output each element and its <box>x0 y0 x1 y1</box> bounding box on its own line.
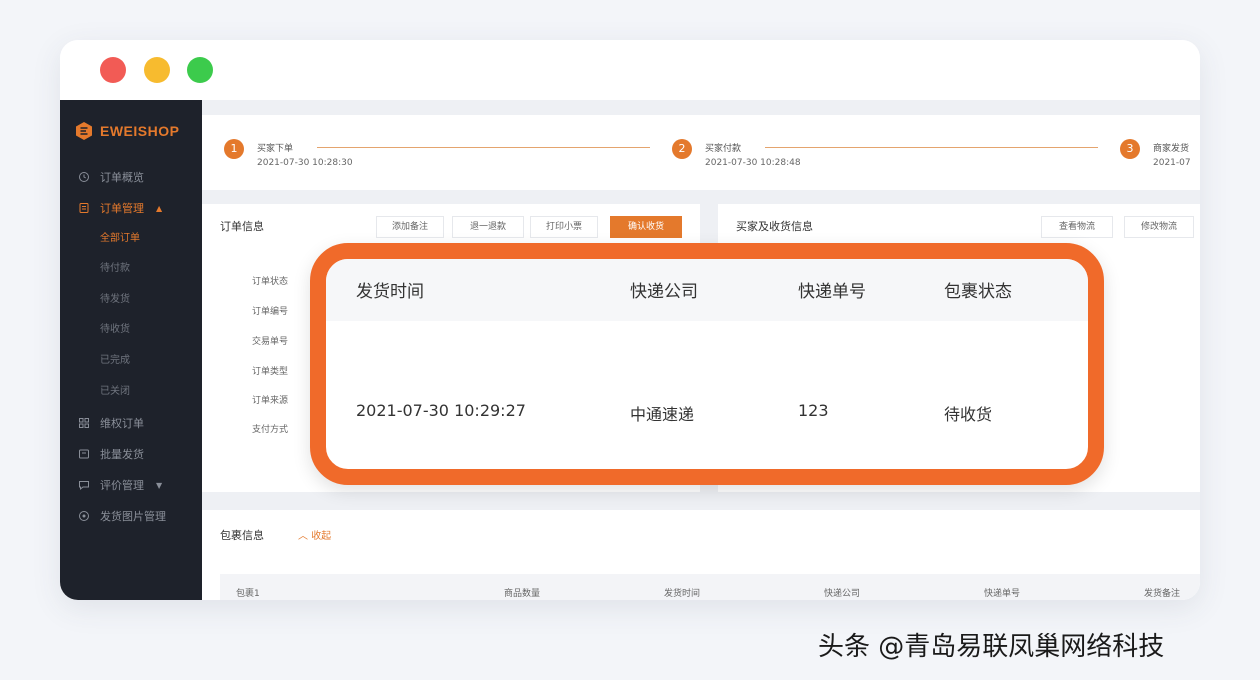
add-note-button[interactable]: 添加备注 <box>376 216 444 238</box>
print-receipt-button[interactable]: 打印小票 <box>530 216 598 238</box>
step-title: 买家下单 <box>257 144 294 154</box>
chevron-up-icon: ▲ <box>156 203 163 213</box>
sidebar-item-shipping-images[interactable]: 发货图片管理 <box>78 506 166 526</box>
order-info-title: 订单信息 <box>220 220 264 233</box>
callout-col-tracking: 快递单号 <box>798 282 866 302</box>
view-logistics-button[interactable]: 查看物流 <box>1041 216 1113 238</box>
sidebar-subitem-closed[interactable]: 已关闭 <box>100 384 130 400</box>
sidebar-subitem-completed[interactable]: 已完成 <box>100 353 130 369</box>
package-col-tracking: 快递单号 <box>984 589 1021 599</box>
order-progress: 1 买家下单 2021-07-30 10:28:30 2 买家付款 2021-0… <box>202 115 1200 190</box>
chevron-up-icon: ︿ <box>298 531 308 542</box>
sidebar-subitem-all-orders[interactable]: 全部订单 <box>100 231 140 247</box>
step-time: 2021-07 <box>1153 158 1191 168</box>
callout-tracking-number: 123 <box>798 401 829 420</box>
step-title: 商家发货 <box>1153 144 1190 154</box>
package-col-quantity: 商品数量 <box>504 589 541 599</box>
payment-method-label: 支付方式 <box>252 425 289 435</box>
package-table-header: 包裹1 商品数量 发货时间 快递公司 快递单号 发货备注 <box>220 574 1200 600</box>
callout-table-header: 发货时间 快递公司 快递单号 包裹状态 <box>326 259 1088 321</box>
package-info-title: 包裹信息 <box>220 529 264 542</box>
step-title: 买家付款 <box>705 144 742 154</box>
callout-ship-time: 2021-07-30 10:29:27 <box>356 401 526 420</box>
shipment-callout: 发货时间 快递公司 快递单号 包裹状态 2021-07-30 10:29:27 … <box>310 243 1104 485</box>
package-col-carrier: 快递公司 <box>824 589 861 599</box>
minimize-window-button[interactable] <box>144 57 170 83</box>
order-status-label: 订单状态 <box>252 277 289 287</box>
sidebar-item-order-overview[interactable]: 订单概览 <box>78 167 144 187</box>
sidebar-item-label: 批量发货 <box>100 448 144 461</box>
callout-col-ship-time: 发货时间 <box>356 282 424 302</box>
sidebar: EWEISHOP 订单概览 订单管理 ▲ 全部订单 待付款 待发货 待收货 已完… <box>60 100 202 600</box>
sidebar-item-label: 订单管理 <box>100 202 144 215</box>
close-window-button[interactable] <box>100 57 126 83</box>
collapse-label: 收起 <box>311 531 332 542</box>
collapse-toggle[interactable]: ︿ 收起 <box>298 527 331 542</box>
step-number: 2 <box>672 139 692 159</box>
package-col-ship-time: 发货时间 <box>664 589 701 599</box>
grid-icon <box>78 417 90 429</box>
sidebar-item-label: 发货图片管理 <box>100 510 166 523</box>
sidebar-subitem-pending-receipt[interactable]: 待收货 <box>100 322 130 338</box>
order-number-label: 订单编号 <box>252 307 289 317</box>
title-bar <box>60 40 1200 100</box>
order-source-label: 订单来源 <box>252 396 289 406</box>
sidebar-subitem-pending-payment[interactable]: 待付款 <box>100 261 130 277</box>
document-icon <box>78 202 90 214</box>
sidebar-subitem-pending-shipment[interactable]: 待发货 <box>100 292 130 308</box>
callout-status: 待收货 <box>944 405 993 424</box>
step-connector <box>317 147 650 148</box>
callout-carrier: 中通速递 <box>630 405 695 424</box>
chat-icon <box>78 479 90 491</box>
step-connector <box>765 147 1098 148</box>
brand-logo[interactable]: EWEISHOP <box>74 120 179 142</box>
watermark: 头条 @青岛易联凤巢网络科技 <box>818 632 1165 662</box>
step-number: 3 <box>1120 139 1140 159</box>
confirm-receipt-button[interactable]: 确认收货 <box>610 216 682 238</box>
buyer-info-title: 买家及收货信息 <box>736 220 813 233</box>
sidebar-item-label: 评价管理 <box>100 479 144 492</box>
step-number: 1 <box>224 139 244 159</box>
sidebar-item-dispute-orders[interactable]: 维权订单 <box>78 413 144 433</box>
sidebar-item-batch-shipping[interactable]: 批量发货 <box>78 444 144 464</box>
sidebar-item-label: 维权订单 <box>100 417 144 430</box>
maximize-window-button[interactable] <box>187 57 213 83</box>
callout-col-carrier: 快递公司 <box>630 282 698 302</box>
edit-logistics-button[interactable]: 修改物流 <box>1124 216 1194 238</box>
chevron-down-icon: ▼ <box>156 480 163 490</box>
order-type-label: 订单类型 <box>252 367 289 377</box>
brand-logo-icon <box>76 122 92 140</box>
package-col-note: 发货备注 <box>1144 589 1181 599</box>
package-col-package: 包裹1 <box>236 589 260 599</box>
sidebar-item-order-management[interactable]: 订单管理 ▲ <box>78 198 162 218</box>
step-time: 2021-07-30 10:28:48 <box>705 158 801 168</box>
refund-button[interactable]: 退一退款 <box>452 216 524 238</box>
box-icon <box>78 448 90 460</box>
transaction-number-label: 交易单号 <box>252 337 289 347</box>
brand-name: EWEISHOP <box>100 123 180 139</box>
step-time: 2021-07-30 10:28:30 <box>257 158 353 168</box>
image-icon <box>78 510 90 522</box>
sidebar-item-review-management[interactable]: 评价管理 ▼ <box>78 475 162 495</box>
callout-col-status: 包裹状态 <box>944 282 1012 302</box>
clock-icon <box>78 171 90 183</box>
sidebar-item-label: 订单概览 <box>100 171 144 184</box>
